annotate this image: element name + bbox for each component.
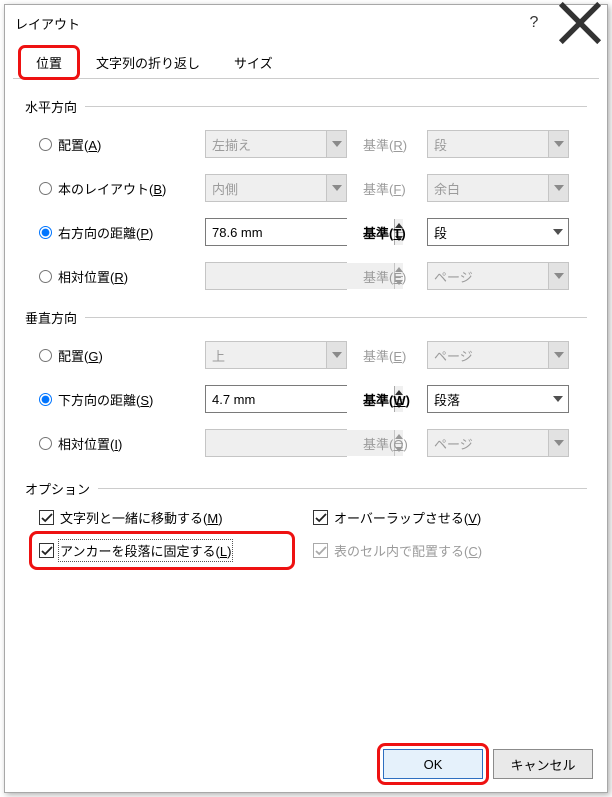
h-align-ref: 段 xyxy=(427,130,569,158)
opt-allow-overlap[interactable]: オーバーラップさせる(V) xyxy=(313,508,587,527)
h-align-value: 左揃え xyxy=(205,130,347,158)
checkbox-icon xyxy=(39,543,54,558)
chevron-down-icon xyxy=(548,386,568,412)
v-align-ref: ページ xyxy=(427,341,569,369)
v-abs-ref[interactable]: 段落 xyxy=(427,385,569,413)
v-rel-label: 相対位置(I) xyxy=(58,434,122,453)
v-align-value: 上 xyxy=(205,341,347,369)
v-align-ref-label: 基準(E) xyxy=(363,349,406,364)
chevron-down-icon xyxy=(548,263,568,289)
opt-move-with-text[interactable]: 文字列と一緒に移動する(M) xyxy=(39,508,313,527)
chevron-down-icon xyxy=(548,131,568,157)
v-align-label: 配置(G) xyxy=(58,346,103,365)
h-rel-ref: ページ xyxy=(427,262,569,290)
v-abs-ref-label: 基準(W) xyxy=(363,393,410,408)
close-icon xyxy=(557,0,603,46)
h-abs-label: 右方向の距離(P) xyxy=(58,223,153,242)
h-align-label: 配置(A) xyxy=(58,135,101,154)
h-rel-label: 相対位置(R) xyxy=(58,267,128,286)
checkbox-icon xyxy=(39,510,54,525)
checkbox-icon xyxy=(313,510,328,525)
section-options: オプション xyxy=(25,479,587,498)
opt-lock-anchor-label: アンカーを段落に固定する(L) xyxy=(60,541,231,560)
title-bar: レイアウト ? xyxy=(5,5,607,41)
help-button[interactable]: ? xyxy=(511,8,557,38)
cancel-button[interactable]: キャンセル xyxy=(493,749,593,779)
h-abs-radio[interactable] xyxy=(39,226,52,239)
chevron-down-icon xyxy=(548,342,568,368)
tab-textwrap[interactable]: 文字列の折り返し xyxy=(79,46,217,79)
vertical-absolute-row: 下方向の距離(S) 基準(W) 段落 xyxy=(25,377,587,421)
window-title: レイアウト xyxy=(15,14,511,33)
v-rel-radio[interactable] xyxy=(39,437,52,450)
v-abs-value[interactable] xyxy=(205,385,347,413)
v-rel-ref: ページ xyxy=(427,429,569,457)
chevron-down-icon xyxy=(548,430,568,456)
section-vertical: 垂直方向 xyxy=(25,308,587,327)
v-abs-radio[interactable] xyxy=(39,393,52,406)
dialog-footer: OK キャンセル xyxy=(5,736,607,792)
opt-lock-anchor[interactable]: アンカーを段落に固定する(L) xyxy=(39,541,313,560)
tab-size[interactable]: サイズ xyxy=(217,46,290,79)
h-book-value: 内側 xyxy=(205,174,347,202)
vertical-align-row: 配置(G) 上 基準(E) ページ xyxy=(25,333,587,377)
v-rel-ref-label: 基準(O) xyxy=(363,437,408,452)
chevron-down-icon xyxy=(326,131,346,157)
v-abs-label: 下方向の距離(S) xyxy=(58,390,153,409)
horizontal-relative-row: 相対位置(R) 基準(E) ページ xyxy=(25,254,587,298)
ok-button[interactable]: OK xyxy=(383,749,483,779)
tabs: 位置 文字列の折り返し サイズ xyxy=(13,45,599,79)
chevron-down-icon xyxy=(326,175,346,201)
layout-dialog: レイアウト ? 位置 文字列の折り返し サイズ 水平方向 配置(A) 左揃え 基… xyxy=(4,4,608,793)
chevron-down-icon xyxy=(548,219,568,245)
h-align-ref-label: 基準(R) xyxy=(363,138,407,153)
horizontal-absolute-row: 右方向の距離(P) 基準(T) 段 xyxy=(25,210,587,254)
horizontal-align-row: 配置(A) 左揃え 基準(R) 段 xyxy=(25,122,587,166)
h-book-ref: 余白 xyxy=(427,174,569,202)
section-horizontal: 水平方向 xyxy=(25,97,587,116)
h-align-radio[interactable] xyxy=(39,138,52,151)
horizontal-book-row: 本のレイアウト(B) 内側 基準(F) 余白 xyxy=(25,166,587,210)
h-rel-value xyxy=(205,262,347,290)
h-book-radio[interactable] xyxy=(39,182,52,195)
h-book-ref-label: 基準(F) xyxy=(363,182,406,197)
options-grid: 文字列と一緒に移動する(M) オーバーラップさせる(V) アンカーを段落に固定す… xyxy=(39,508,587,560)
h-abs-value[interactable] xyxy=(205,218,347,246)
h-rel-radio[interactable] xyxy=(39,270,52,283)
chevron-down-icon xyxy=(326,342,346,368)
v-rel-value xyxy=(205,429,347,457)
v-align-radio[interactable] xyxy=(39,349,52,362)
checkbox-icon xyxy=(313,543,328,558)
close-button[interactable] xyxy=(557,8,603,38)
h-rel-ref-label: 基準(E) xyxy=(363,270,406,285)
tab-position[interactable]: 位置 xyxy=(19,46,79,79)
h-abs-ref[interactable]: 段 xyxy=(427,218,569,246)
dialog-content: 水平方向 配置(A) 左揃え 基準(R) 段 本のレイアウト(B) xyxy=(5,79,607,736)
opt-layout-in-cell: 表のセル内で配置する(C) xyxy=(313,541,587,560)
vertical-relative-row: 相対位置(I) 基準(O) ページ xyxy=(25,421,587,465)
chevron-down-icon xyxy=(548,175,568,201)
h-abs-ref-label: 基準(T) xyxy=(363,226,406,241)
h-book-label: 本のレイアウト(B) xyxy=(58,179,166,198)
